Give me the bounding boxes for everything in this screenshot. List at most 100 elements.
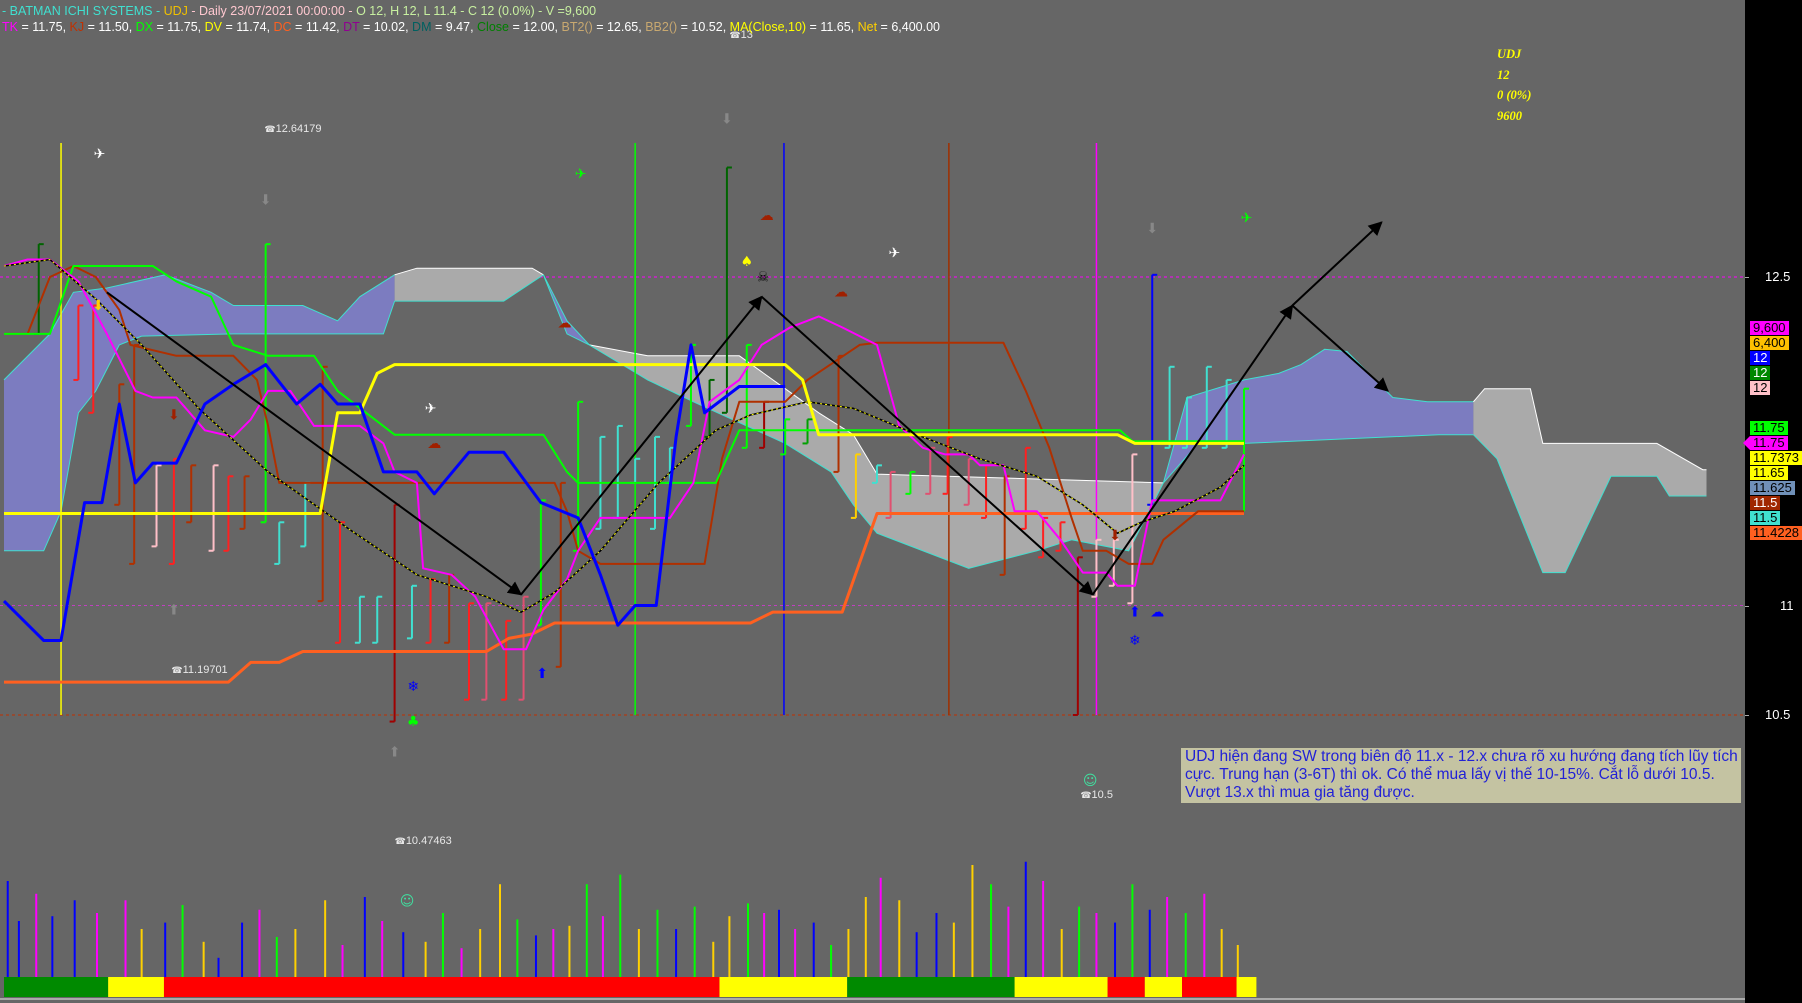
spade-icon: ♠: [740, 254, 753, 270]
symbol-volume: 9600: [1497, 108, 1522, 123]
indicator-value: = 10.02,: [359, 20, 413, 34]
cloud-bull: [543, 274, 590, 345]
price-tag: 11.75: [1750, 436, 1788, 450]
price-level-label: ☎12.64179: [264, 123, 321, 135]
zigzag-arrow: [1291, 221, 1383, 307]
price-chart[interactable]: ✈ ✈ ✈ ✈ ✈ ☁ ☁ ☁ ☁ ☁ ♠☠ ♣ ❄ ❄ ☺ ☺ ⬇ ⬇ ⬇ ⬆ ⬆ ⬆ ⬆ ⬇ ⬇ ⬇: [0, 0, 1745, 1003]
header-segment: UDJ: [163, 4, 188, 18]
symbol-info-box: UDJ 12 0 (0%) 9600: [1497, 44, 1531, 126]
cloud-icon: ☁: [427, 436, 441, 452]
skull-icon: ☠: [757, 269, 770, 285]
ichimoku-cloud: [3, 267, 1707, 574]
airplane-icon: ✈: [888, 245, 900, 261]
phone-icon: ☎: [1080, 790, 1092, 801]
arrow-down-icon: ⬇: [1146, 221, 1158, 237]
indicator-value: = 11.74,: [221, 20, 274, 34]
price-level-value: 11.19701: [182, 664, 228, 677]
airplane-icon: ✈: [94, 147, 106, 163]
indicator-value: = 11.42,: [291, 20, 344, 34]
axis-tick-mark: [1745, 605, 1749, 607]
phone-icon: ☎: [171, 665, 183, 676]
price-tag: 11.625: [1750, 481, 1795, 495]
header-indicator-line: TK = 11.75, KJ = 11.50, DX = 11.75, DV =…: [2, 19, 940, 35]
indicator-label: DM: [412, 20, 432, 34]
trend-strip-segment: [1014, 977, 1108, 997]
snowflake-icon: ❄: [407, 679, 419, 695]
airplane-icon: ✈: [1241, 210, 1253, 226]
price-pointer-icon: [1743, 436, 1750, 450]
indicator-value: = 12.00,: [509, 20, 562, 34]
header-segment: - Daily 23/07/2021 00:00:00 -: [187, 4, 357, 18]
arrow-down-icon: ⬇: [168, 407, 180, 423]
header-title-line: - BATMAN ICHI SYSTEMS - UDJ - Daily 23/0…: [2, 3, 940, 19]
price-level-label: ☎10.47463: [395, 835, 452, 847]
price-tag: 11.4228: [1750, 526, 1802, 540]
indicator-label: DX: [135, 20, 154, 34]
indicator-label: DV: [204, 20, 222, 34]
cloud-icon: ☁: [834, 285, 848, 301]
phone-icon: ☎: [394, 836, 406, 847]
price-tag: 11.5: [1750, 511, 1781, 525]
trend-strip-segment: [4, 977, 109, 997]
trend-strip-segment: [847, 977, 1015, 997]
smiley-icon: ☺: [400, 894, 415, 910]
axis-tick-label: 10.5: [1765, 707, 1791, 722]
cloud-edge: [542, 274, 590, 346]
volume-bars: [6, 861, 1239, 977]
indicator-value: = 11.75,: [153, 20, 205, 34]
trend-strip-segment: [1182, 977, 1237, 997]
header-segment: - BATMAN ICHI SYSTEMS -: [2, 4, 164, 18]
indicator-value: = 6,400.00: [877, 20, 940, 34]
symbol-change: 0 (0%): [1497, 88, 1532, 102]
header-segment: O 12, H 12, L 11.4 - C 12 (0.0%) - V =9,…: [356, 4, 597, 18]
arrow-down-icon: ⬇: [1109, 528, 1121, 544]
symbol-price: 12: [1497, 67, 1510, 82]
chart-header: - BATMAN ICHI SYSTEMS - UDJ - Daily 23/0…: [2, 3, 940, 35]
axis-tick-mark: [1745, 715, 1749, 716]
trend-strip-segment: [1144, 977, 1182, 997]
club-icon: ♣: [407, 714, 420, 730]
price-level-value: 10.5: [1091, 789, 1113, 802]
price-tag: 11.7373: [1750, 451, 1802, 465]
cloud-bear: [1473, 388, 1707, 573]
indicator-label: Net: [857, 20, 878, 34]
axis-tick-label: 11: [1780, 597, 1794, 613]
trend-strip-segment: [163, 977, 720, 997]
smiley-icon: ☺: [1083, 773, 1098, 789]
price-tag: 11.75: [1750, 421, 1788, 435]
indicator-label: MA(Close,10): [729, 20, 807, 34]
indicator-label: DT: [343, 20, 360, 34]
price-tag: 9,600: [1750, 321, 1789, 335]
cloud-edge: [542, 274, 590, 346]
indicator-value: = 12.65,: [592, 20, 646, 34]
arrow-down-icon: ⬇: [92, 298, 104, 314]
airplane-icon: ✈: [425, 401, 437, 417]
arrow-up-icon: ⬆: [536, 666, 548, 682]
price-level-label: ☎11.19701: [171, 664, 227, 676]
indicator-label: DC: [273, 20, 292, 34]
price-level-label: ☎10.5: [1080, 789, 1113, 801]
price-level-value: 12.64179: [275, 123, 322, 136]
zigzag-arrow: [1091, 304, 1294, 596]
axis-tick-label: 12.5: [1765, 269, 1791, 284]
indicator-label: BT2(): [561, 20, 593, 34]
indicator-value: = 9.47,: [431, 20, 478, 34]
indicator-label: TK: [2, 20, 18, 34]
cloud-bear: [394, 268, 544, 302]
analysis-note: UDJ hiện đang SW trong biên độ 11.x - 12…: [1181, 748, 1741, 803]
arrow-up-icon: ⬆: [389, 745, 401, 761]
indicator-label: Close: [477, 20, 509, 34]
price-tag: 11.5: [1750, 496, 1781, 510]
price-tag: 11.65: [1750, 466, 1788, 480]
price-tag: 12: [1750, 381, 1771, 395]
arrow-down-icon: ⬇: [260, 193, 272, 209]
trend-strip-segment: [719, 977, 848, 997]
cloud-icon: ☁: [760, 208, 774, 224]
symbol-ticker: UDJ: [1497, 47, 1522, 61]
indicator-label: KJ: [69, 20, 85, 34]
cloud-icon: ☁: [557, 315, 571, 331]
arrow-up-icon: ⬆: [168, 602, 180, 618]
indicator-label: BB2(): [645, 20, 678, 34]
trend-strip-segment: [1107, 977, 1145, 997]
indicator-value: = 10.52,: [677, 20, 730, 34]
